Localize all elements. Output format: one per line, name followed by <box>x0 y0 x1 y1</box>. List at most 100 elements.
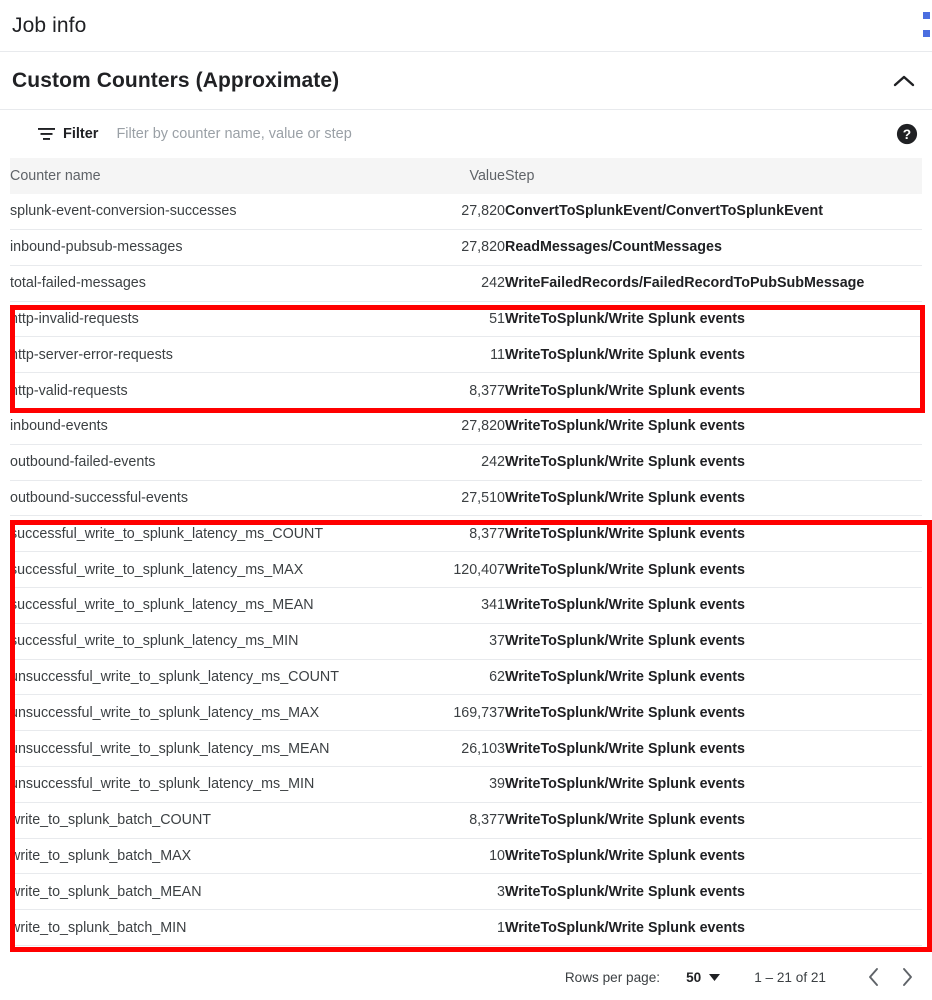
cell-step: WriteToSplunk/Write Splunk events <box>505 454 745 471</box>
rows-per-page-select[interactable]: 50 <box>686 969 721 985</box>
page-range-label: 1 – 21 of 21 <box>754 969 826 985</box>
cell-step: WriteToSplunk/Write Splunk events <box>505 919 745 936</box>
edge-marker-1[interactable] <box>923 12 930 19</box>
cell-counter-name: splunk-event-conversion-successes <box>10 203 237 220</box>
custom-counters-section-header: Custom Counters (Approximate) <box>0 52 932 110</box>
table-row[interactable]: write_to_splunk_batch_MEAN 3 WriteToSplunk… <box>10 874 922 910</box>
table-row[interactable]: inbound-events 27,820 WriteToSplunk/Write … <box>10 409 922 445</box>
cell-counter-name: successful_write_to_splunk_latency_ms_ME… <box>10 597 314 614</box>
chevron-left-icon <box>868 968 878 986</box>
cell-value: 10 <box>489 848 505 865</box>
table-row[interactable]: write_to_splunk_batch_MAX 10 WriteToSplunk… <box>10 838 922 874</box>
cell-value: 37 <box>489 633 505 650</box>
collapse-section-button[interactable] <box>890 67 918 95</box>
counters-table-container: Counter name Value Step splunk-event-con… <box>0 158 932 946</box>
table-row[interactable]: total-failed-messages 242 WriteFailedRecor… <box>10 265 922 302</box>
cell-step: WriteToSplunk/Write Splunk events <box>505 669 745 686</box>
cell-counter-name: inbound-events <box>10 418 108 435</box>
table-row[interactable]: outbound-successful-events 27,510 WriteToS… <box>10 480 922 516</box>
table-row[interactable]: http-invalid-requests 51 WriteToSplunk/Wri… <box>10 301 922 337</box>
cell-step: WriteToSplunk/Write Splunk events <box>505 740 745 757</box>
cell-counter-name: http-invalid-requests <box>10 311 139 328</box>
cell-value: 242 <box>481 275 505 292</box>
cell-step: WriteToSplunk/Write Splunk events <box>505 490 745 507</box>
previous-page-button[interactable] <box>856 960 890 994</box>
cell-step: WriteToSplunk/Write Splunk events <box>505 883 745 900</box>
cell-step: WriteToSplunk/Write Splunk events <box>505 525 745 542</box>
table-row[interactable]: successful_write_to_splunk_latency_ms_CO… <box>10 516 922 552</box>
rows-per-page-label: Rows per page: <box>564 969 661 985</box>
table-row[interactable]: successful_write_to_splunk_latency_ms_ME… <box>10 588 922 624</box>
section-title: Custom Counters (Approximate) <box>12 68 340 92</box>
filter-bar: Filter ? <box>0 110 932 158</box>
cell-counter-name: total-failed-messages <box>10 275 146 292</box>
cell-step: ConvertToSplunkEvent/ConvertToSplunkEven… <box>505 203 824 220</box>
table-header: Counter name Value Step <box>10 158 922 194</box>
cell-counter-name: outbound-failed-events <box>10 454 156 471</box>
cell-value: 62 <box>489 669 505 686</box>
table-row[interactable]: write_to_splunk_batch_MIN 1 WriteToSplunk/… <box>10 910 922 946</box>
job-info-page: Job info Custom Counters (Approximate) F… <box>0 0 932 1000</box>
filter-label: Filter <box>63 126 99 142</box>
cell-step: WriteToSplunk/Write Splunk events <box>505 311 745 328</box>
filter-input[interactable] <box>116 126 637 142</box>
cell-step: ReadMessages/CountMessages <box>505 239 722 256</box>
cell-value: 341 <box>481 597 505 614</box>
table-row[interactable]: write_to_splunk_batch_COUNT 8,377 WriteToS… <box>10 802 922 839</box>
triangle-down-icon <box>709 973 721 981</box>
cell-value: 11 <box>490 346 505 363</box>
cell-value: 169,737 <box>453 704 505 721</box>
cell-value: 51 <box>489 311 505 328</box>
table-row[interactable]: outbound-failed-events 242 WriteToSplunk/W… <box>10 444 922 481</box>
cell-value: 27,510 <box>461 490 505 507</box>
cell-counter-name: unsuccessful_write_to_splunk_latency_ms_… <box>10 740 330 757</box>
table-row[interactable]: splunk-event-conversion-successes 27,820 C… <box>10 194 922 230</box>
cell-counter-name: unsuccessful_write_to_splunk_latency_ms_… <box>10 776 315 793</box>
table-row[interactable]: unsuccessful_write_to_splunk_latency_ms_… <box>10 767 922 803</box>
filter-icon[interactable] <box>38 127 55 141</box>
cell-step: WriteFailedRecords/FailedRecordToPubSubM… <box>505 275 865 292</box>
cell-value: 39 <box>489 776 505 793</box>
custom-counters-table: Counter name Value Step splunk-event-con… <box>10 158 922 946</box>
cell-counter-name: unsuccessful_write_to_splunk_latency_ms_… <box>10 669 339 686</box>
cell-step: WriteToSplunk/Write Splunk events <box>505 346 745 363</box>
cell-counter-name: successful_write_to_splunk_latency_ms_CO… <box>10 525 324 542</box>
table-row[interactable]: successful_write_to_splunk_latency_ms_MI… <box>10 623 922 660</box>
cell-value: 242 <box>481 454 505 471</box>
cell-counter-name: inbound-pubsub-messages <box>10 239 183 256</box>
cell-value: 27,820 <box>461 239 505 256</box>
table-row[interactable]: unsuccessful_write_to_splunk_latency_ms_… <box>10 659 922 695</box>
cell-step: WriteToSplunk/Write Splunk events <box>505 561 745 578</box>
cell-counter-name: write_to_splunk_batch_MIN <box>10 919 187 936</box>
table-row[interactable]: unsuccessful_write_to_splunk_latency_ms_… <box>10 695 922 731</box>
cell-step: WriteToSplunk/Write Splunk events <box>505 776 745 793</box>
cell-step: WriteToSplunk/Write Splunk events <box>505 848 745 865</box>
table-row[interactable]: inbound-pubsub-messages 27,820 ReadMessage… <box>10 230 922 266</box>
next-page-button[interactable] <box>890 960 924 994</box>
cell-step: WriteToSplunk/Write Splunk events <box>505 812 745 829</box>
table-row[interactable]: http-server-error-requests 11 WriteToSplun… <box>10 337 922 373</box>
table-paginator: Rows per page: 50 1 – 21 of 21 <box>0 954 932 1000</box>
column-header-step[interactable]: Step <box>505 158 922 194</box>
cell-value: 8,377 <box>469 382 505 399</box>
table-row[interactable]: http-valid-requests 8,377 WriteToSplunk/Wr… <box>10 373 922 409</box>
table-row[interactable]: unsuccessful_write_to_splunk_latency_ms_… <box>10 731 922 767</box>
cell-counter-name: http-valid-requests <box>10 382 128 399</box>
cell-step: WriteToSplunk/Write Splunk events <box>505 704 745 721</box>
rows-per-page-value: 50 <box>686 969 702 985</box>
cell-value: 27,820 <box>461 203 505 220</box>
cell-step: WriteToSplunk/Write Splunk events <box>505 597 745 614</box>
svg-text:?: ? <box>903 127 911 142</box>
cell-step: WriteToSplunk/Write Splunk events <box>505 418 745 435</box>
edge-marker-2[interactable] <box>923 30 930 37</box>
table-row[interactable]: successful_write_to_splunk_latency_ms_MA… <box>10 552 922 588</box>
cell-counter-name: successful_write_to_splunk_latency_ms_MA… <box>10 561 304 578</box>
chevron-right-icon <box>902 968 912 986</box>
cell-counter-name: write_to_splunk_batch_COUNT <box>10 812 212 829</box>
page-title: Job info <box>12 13 87 37</box>
cell-counter-name: outbound-successful-events <box>10 490 189 507</box>
column-header-counter-name[interactable]: Counter name <box>10 158 425 194</box>
cell-value: 8,377 <box>469 812 505 829</box>
help-circle-icon[interactable]: ? <box>896 123 918 145</box>
column-header-value[interactable]: Value <box>425 158 505 194</box>
